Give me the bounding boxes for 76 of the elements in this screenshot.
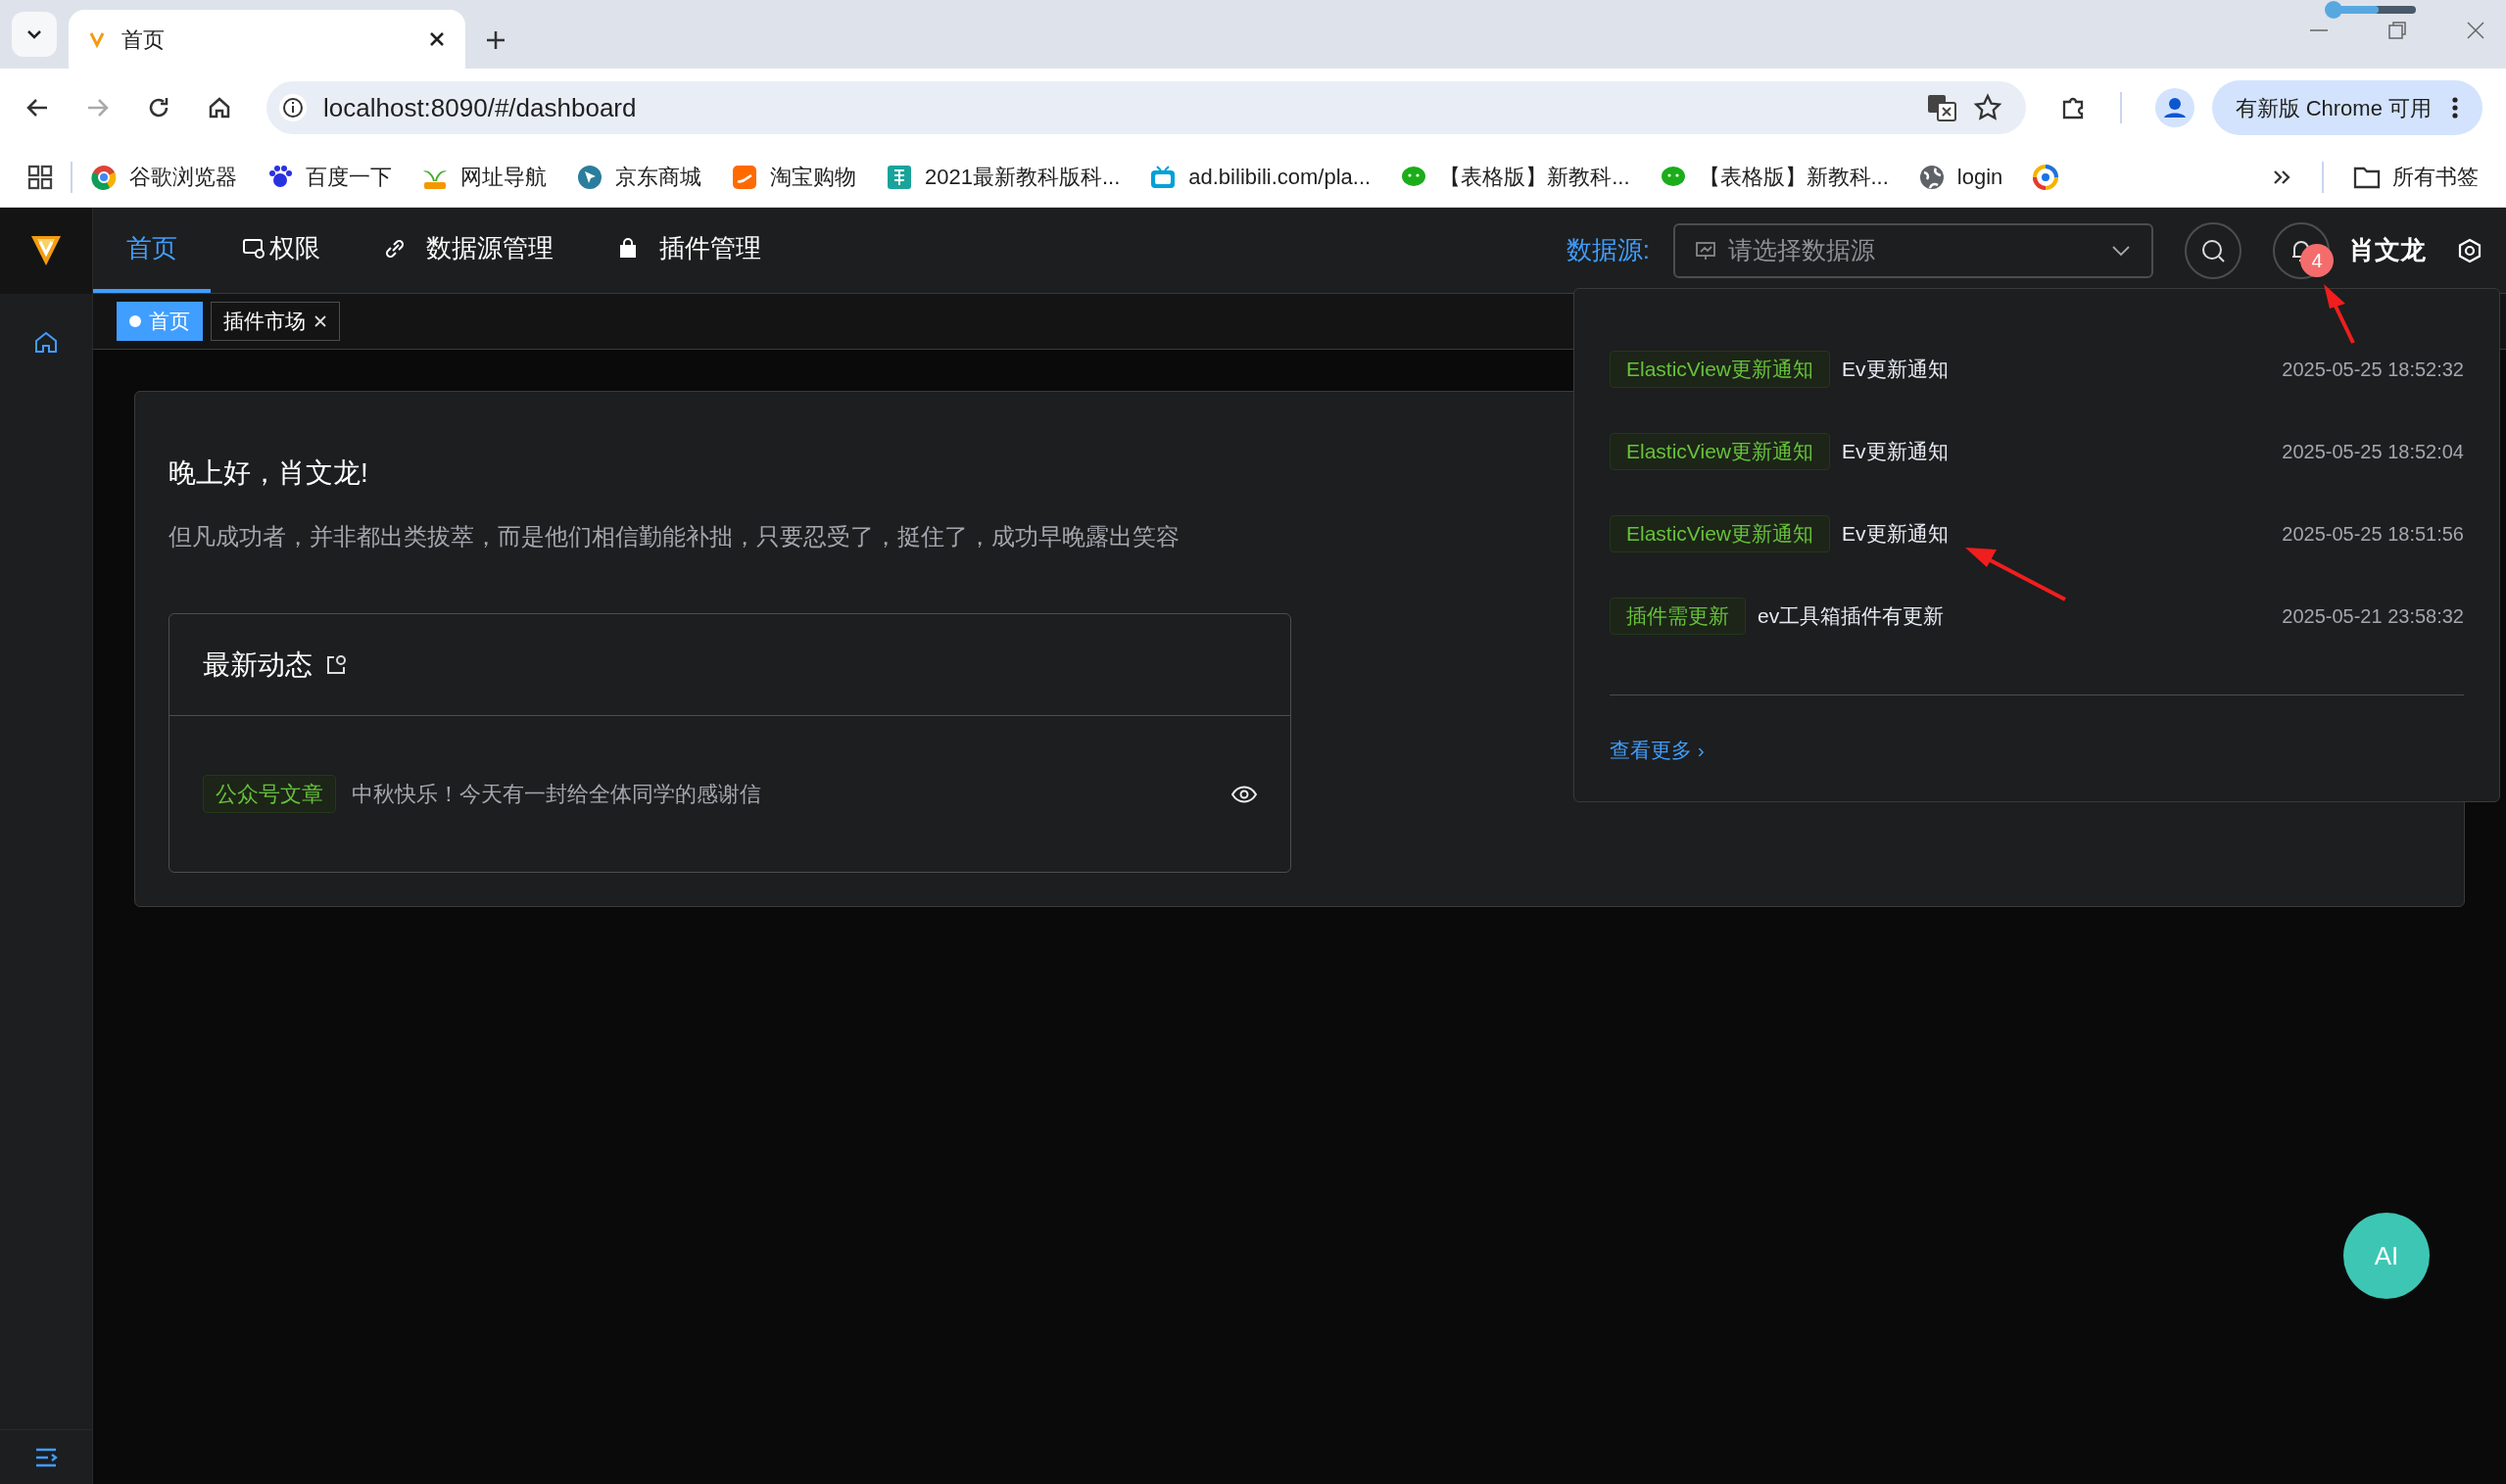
new-tab-icon[interactable] [485,29,506,51]
page-tab[interactable]: 插件市场 [211,302,340,341]
notification-tag: ElasticView更新通知 [1610,433,1830,470]
translate-icon[interactable] [1925,92,1957,123]
all-bookmarks-link[interactable]: 所有书签 [2353,161,2479,193]
dot-icon [129,315,141,327]
nav-tab[interactable]: 权限 [211,208,352,293]
view-more-link[interactable]: 查看更多 › [1610,735,1705,766]
news-title: 最新动态 [203,647,313,682]
notification-tag: ElasticView更新通知 [1610,515,1830,552]
quote-text: 但凡成功者，并非都出类拔萃，而是他们相信勤能补拙，只要忍受了，挺住了，成功早晚露出笑容 [169,523,1180,550]
bookmark-item[interactable]: 【表格版】新教科... [1659,161,1889,193]
notification-text: Ev更新通知 [1842,439,1950,465]
datasource-label: 数据源: [1566,234,1650,266]
bookmark-item[interactable]: 【表格版】新教科... [1400,161,1630,193]
apps-icon[interactable] [27,164,53,190]
folder-icon [2353,165,2381,189]
home-icon[interactable] [33,329,59,355]
chart-icon [1695,239,1716,262]
update-chrome-button[interactable]: 有新版 Chrome 可用 [2211,80,2482,135]
tab-title: 首页 [121,25,166,54]
notification-item[interactable]: 插件需更新 ev工具箱插件有更新 2025-05-21 23:58:32 [1610,575,2464,657]
cursor-icon [576,163,603,191]
star-icon[interactable] [1972,93,2002,122]
search-icon[interactable] [2185,221,2241,279]
info-icon[interactable] [278,93,308,122]
address-bar[interactable]: localhost:8090/#/dashboard [266,81,2026,134]
user-name[interactable]: 肖文龙 [2349,231,2426,269]
notification-item[interactable]: ElasticView更新通知 Ev更新通知 2025-05-25 18:52:04 [1610,410,2464,493]
greeting-text: 晚上好，肖文龙! [169,457,368,488]
eye-icon[interactable] [1231,785,1257,803]
bookmark-item[interactable]: 2021最新教科版科... [886,161,1121,193]
count-badge: 4 [2300,243,2334,277]
select-placeholder: 请选择数据源 [1728,234,1876,265]
globe-icon [1917,163,1946,191]
bookmark-item[interactable]: 网址导航 [421,161,547,193]
shop-icon [731,163,758,191]
url-text: localhost:8090/#/dashboard [323,91,638,124]
bookmark-item[interactable]: 谷歌浏览器 [90,161,237,193]
restore-icon[interactable] [2386,20,2408,41]
monitor-gear-icon [242,236,265,261]
news-tag: 公众号文章 [203,775,336,813]
notification-time: 2025-05-25 18:51:56 [2282,522,2464,547]
bookmark-item[interactable]: 百度一下 [266,161,392,193]
datasource-select[interactable]: 请选择数据源 [1673,222,2153,278]
bookmark-item[interactable]: 淘宝购物 [731,161,856,193]
browser-icon [90,163,118,191]
notification-text: Ev更新通知 [1842,357,1950,383]
settings-icon[interactable] [2457,237,2482,263]
profile-icon[interactable] [2154,88,2194,127]
bookmark-item[interactable]: ad.bilibili.com/pla... [1149,161,1372,193]
notification-time: 2025-05-25 18:52:32 [2282,358,2464,382]
tv-icon [1149,163,1178,191]
news-item-text[interactable]: 中秋快乐！今天有一封给全体同学的感谢信 [352,778,1216,810]
notification-time: 2025-05-21 23:58:32 [2282,604,2464,629]
favicon-icon [88,30,106,48]
notification-tag: ElasticView更新通知 [1610,351,1830,388]
slider-handle-icon [2324,0,2418,20]
notification-time: 2025-05-25 18:52:04 [2282,440,2464,464]
notification-item[interactable]: ElasticView更新通知 Ev更新通知 2025-05-25 18:52:32 [1610,328,2464,410]
notification-text: ev工具箱插件有更新 [1758,603,1946,630]
external-link-icon[interactable] [324,652,348,677]
close-icon[interactable] [428,30,446,48]
close-icon [313,314,327,328]
notification-text: Ev更新通知 [1842,521,1950,548]
nav-tab[interactable]: 数据源管理 [352,208,585,293]
browser-tab[interactable]: 首页 [69,10,465,69]
document-icon [886,163,913,191]
notification-item[interactable]: ElasticView更新通知 Ev更新通知 2025-05-25 18:51:56 [1610,493,2464,575]
notification-tag: 插件需更新 [1610,598,1746,635]
ring-icon[interactable] [2032,163,2060,191]
bookmark-item[interactable]: login [1917,161,2003,193]
bookmark-item[interactable]: 京东商城 [576,161,701,193]
annotation-arrow [2324,284,2355,344]
more-icon [2451,96,2459,120]
nav-tab[interactable]: 插件管理 [585,208,793,293]
